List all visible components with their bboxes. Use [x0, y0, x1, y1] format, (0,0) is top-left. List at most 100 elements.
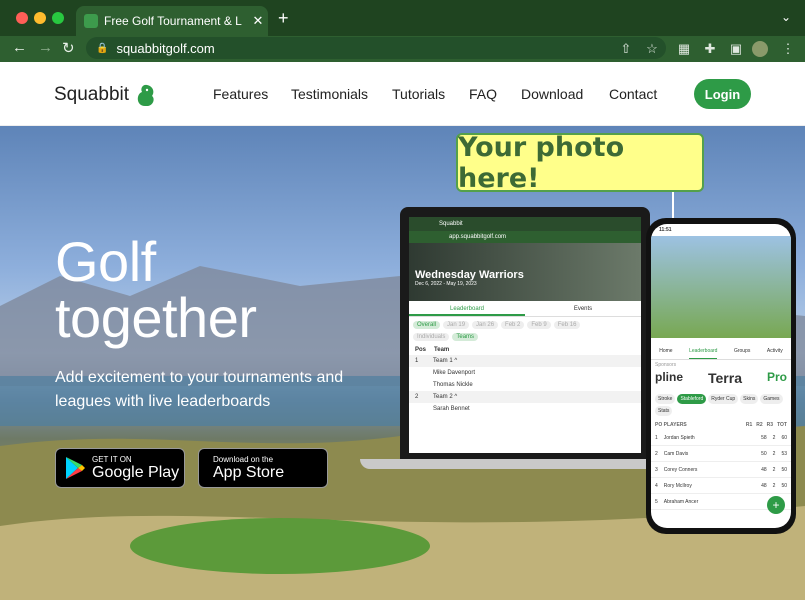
app-store-big: App Store [213, 463, 285, 481]
bookmark-star-icon[interactable]: ☆ [644, 41, 660, 57]
chip[interactable]: Stroke [655, 394, 676, 404]
maximize-window-button[interactable] [52, 12, 64, 24]
squabbit-logo[interactable]: Squabbit [54, 82, 157, 108]
nav-faq[interactable]: FAQ [469, 86, 497, 102]
login-button[interactable]: Login [694, 79, 751, 109]
chip-date[interactable]: Feb 9 [527, 321, 551, 329]
player-name: Rory McIlroy [663, 482, 692, 489]
toggle-teams[interactable]: Teams [452, 333, 479, 341]
url-text: squabbitgolf.com [116, 40, 215, 56]
tab-close-icon[interactable]: ✕ [248, 13, 268, 29]
player-row[interactable]: 2 Cam Davis 50 2 53 [651, 446, 791, 462]
forward-arrow-icon[interactable]: → [38, 39, 53, 56]
reload-icon[interactable]: ↻ [62, 39, 75, 57]
sidebar-icon[interactable]: ▣ [728, 41, 744, 57]
share-icon[interactable]: ⇧ [618, 41, 634, 57]
laptop-url-bar: app.squabbitgolf.com [409, 231, 641, 243]
player-pos: 1 [655, 434, 658, 441]
add-fab-button[interactable]: + [767, 496, 785, 514]
app-store-small: Download on the [213, 454, 274, 464]
phone-tab-groups[interactable]: Groups [734, 342, 750, 359]
laptop-tab-title: Squabbit [439, 221, 463, 227]
phone-tab-home[interactable]: Home [659, 342, 672, 359]
headline-line-1: Golf [55, 230, 156, 293]
chip-date[interactable]: Feb 2 [501, 321, 525, 329]
chip[interactable]: Stats [655, 406, 673, 416]
profile-avatar[interactable] [752, 41, 768, 57]
nav-download[interactable]: Download [521, 86, 583, 102]
player-pos: 3 [655, 466, 658, 473]
player-r1: 48 [761, 466, 767, 473]
player-tot: 50 [781, 466, 787, 473]
laptop-filter-chips: Overall Jan 19 Jan 26 Feb 2 Feb 9 Feb 16 [409, 317, 641, 333]
nav-features[interactable]: Features [213, 86, 268, 102]
group-photo [651, 236, 791, 338]
player-pos: 5 [655, 498, 658, 505]
nav-contact[interactable]: Contact [609, 86, 657, 102]
phone-status-time: 11:51 [659, 227, 672, 233]
google-play-icon [66, 457, 85, 479]
player-name: Cam Davis [663, 450, 689, 457]
laptop-tab-leaderboard[interactable]: Leaderboard [409, 301, 525, 316]
player-tot: 50 [781, 482, 787, 489]
chip-date[interactable]: Jan 19 [443, 321, 470, 329]
player-name: Jordan Spieth [663, 434, 695, 441]
laptop-base [360, 459, 660, 469]
table-row[interactable]: 1 Team 1 ^ [409, 355, 641, 367]
chip-overall[interactable]: Overall [413, 321, 441, 329]
browser-menu-icon[interactable]: ⋮ [780, 41, 796, 57]
player-r2: 2 [772, 450, 776, 457]
laptop-mockup: Squabbit app.squabbitgolf.com Wednesday … [400, 207, 650, 459]
table-row[interactable]: 2 Team 2 ^ [409, 391, 641, 403]
laptop-table-header: Pos Team [409, 345, 641, 355]
col-tot: TOT [777, 422, 787, 428]
extension-grid-icon[interactable]: ▦ [676, 41, 692, 57]
hero-headline: Golf together [55, 234, 257, 346]
table-row[interactable]: Sarah Bennet [409, 403, 641, 415]
tab-search-chevron-icon[interactable]: ⌄ [781, 10, 791, 24]
back-arrow-icon[interactable]: ← [12, 39, 27, 56]
google-play-button[interactable]: GET IT ON Google Play [55, 448, 185, 488]
player-row[interactable]: 3 Corey Conners 48 2 50 [651, 462, 791, 478]
tab-title: Free Golf Tournament & League [104, 14, 242, 28]
table-row[interactable]: Mike Davenport [409, 367, 641, 379]
player-row[interactable]: 1 Jordan Spieth 58 2 60 [651, 430, 791, 446]
browser-tab[interactable]: Free Golf Tournament & League ✕ [76, 6, 268, 36]
row-name: Mike Davenport [433, 370, 476, 376]
row-name: Thomas Nickle [433, 382, 473, 388]
player-r1: 48 [761, 482, 767, 489]
address-bar[interactable]: 🔒 squabbitgolf.com [86, 37, 666, 59]
chip[interactable]: Stableford [677, 394, 707, 404]
col-r2: R2 [756, 422, 763, 428]
toggle-individuals[interactable]: Individuals [413, 333, 450, 341]
chip[interactable]: Games [760, 394, 783, 404]
new-tab-button[interactable]: + [278, 8, 289, 29]
chip-date[interactable]: Jan 26 [472, 321, 499, 329]
sponsor-logo: Terra [708, 370, 742, 386]
chip[interactable]: Ryder Cup [708, 394, 739, 404]
col-players: PO PLAYERS [655, 422, 687, 428]
lock-icon: 🔒 [96, 42, 109, 54]
col-r1: R1 [745, 422, 753, 428]
laptop-tab-events[interactable]: Events [525, 301, 641, 316]
chip[interactable]: Skins [740, 394, 759, 404]
player-row[interactable]: 4 Rory McIlroy 48 2 50 [651, 478, 791, 494]
phone-tab-activity[interactable]: Activity [767, 342, 783, 359]
chip-date[interactable]: Feb 16 [553, 321, 581, 329]
site-header: Squabbit Features Testimonials Tutorials… [0, 62, 805, 126]
puzzle-extensions-icon[interactable]: ✚ [702, 41, 718, 57]
headline-line-2: together [55, 286, 257, 349]
browser-titlebar: Free Golf Tournament & League ✕ + ⌄ [0, 0, 805, 36]
close-window-button[interactable] [16, 12, 28, 24]
photo-callout: Your photo here! [456, 132, 704, 194]
app-store-button[interactable]: Download on the App Store [198, 448, 328, 488]
sponsor-logo: Pro [766, 370, 787, 384]
nav-tutorials[interactable]: Tutorials [392, 86, 445, 102]
row-pos: 2 [415, 394, 419, 400]
google-play-big: Google Play [92, 463, 180, 481]
nav-testimonials[interactable]: Testimonials [291, 86, 368, 102]
phone-tab-leaderboard[interactable]: Leaderboard [689, 342, 718, 359]
table-row[interactable]: Thomas Nickle [409, 379, 641, 391]
player-tot: 60 [781, 434, 787, 441]
minimize-window-button[interactable] [34, 12, 46, 24]
